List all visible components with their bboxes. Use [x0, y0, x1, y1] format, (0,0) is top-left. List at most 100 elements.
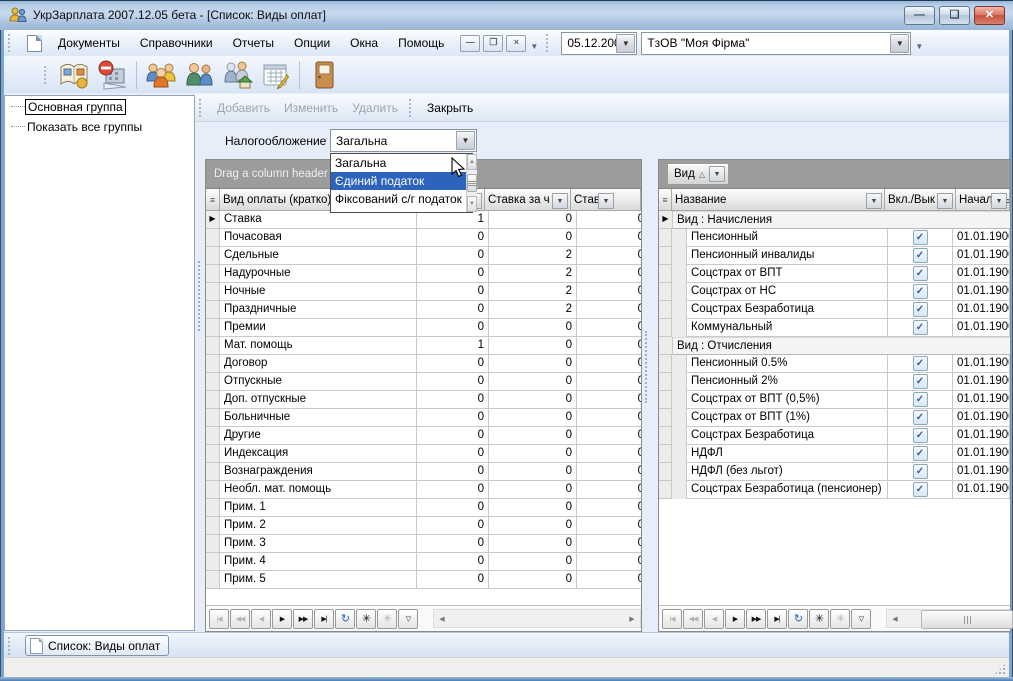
toolbar-drag-handle[interactable]	[44, 66, 51, 84]
table-row[interactable]: Доп. отпускные000	[206, 391, 641, 409]
close-list-button[interactable]: Закрыть	[420, 101, 480, 115]
mid-splitter[interactable]	[645, 331, 654, 403]
checkbox-checked-icon[interactable]: ✓	[913, 248, 928, 263]
checkbox-checked-icon[interactable]: ✓	[913, 464, 928, 479]
table-row[interactable]: Отпускные000	[206, 373, 641, 391]
table-row[interactable]: Соцстрах Безработица (пенсионер)✓01.01.1…	[659, 481, 1010, 499]
checkbox-checked-icon[interactable]: ✓	[913, 482, 928, 497]
company-dropdown-icon[interactable]: ▼	[890, 34, 909, 53]
table-row[interactable]: Прим. 3000	[206, 535, 641, 553]
table-row[interactable]: Другие000	[206, 427, 641, 445]
actionbar-drag-handle[interactable]	[199, 99, 206, 117]
refresh-button[interactable]: ↻	[335, 609, 355, 629]
insert-record-button[interactable]: ✳	[356, 609, 376, 629]
action-удалить[interactable]: Удалить	[345, 101, 405, 115]
filter-dropdown-icon[interactable]: ▼	[552, 193, 568, 209]
checkbox-checked-icon[interactable]: ✓	[913, 302, 928, 317]
table-row[interactable]: Прим. 4000	[206, 553, 641, 571]
scroll-down-icon[interactable]: ▼	[467, 196, 477, 212]
checkbox-checked-icon[interactable]: ✓	[913, 410, 928, 425]
table-row[interactable]: Соцстрах от ВПТ (0,5%)✓01.01.1900	[659, 391, 1010, 409]
prior-page-button[interactable]: ◀◀	[230, 609, 250, 629]
tax-filter-dropdown-icon[interactable]: ▼	[456, 131, 475, 150]
scroll-right-icon[interactable]: ▶	[624, 610, 640, 627]
table-row[interactable]: Прим. 1000	[206, 499, 641, 517]
right-grid-groupby-panel[interactable]: Вид △ ▼	[659, 160, 1010, 189]
mdi-restore-button[interactable]: ❐	[483, 35, 503, 52]
prior-record-button[interactable]: ◀	[251, 609, 271, 629]
column-header-startdate[interactable]: Начальнь ▼	[956, 189, 1010, 211]
journal-icon[interactable]	[55, 59, 93, 91]
checkbox-checked-icon[interactable]: ✓	[913, 230, 928, 245]
horizontal-scrollbar[interactable]: ◀▶	[433, 609, 641, 628]
tax-filter-combobox[interactable]: Загальна ▼	[330, 129, 477, 152]
filter-dropdown-icon[interactable]: ▼	[991, 193, 1007, 209]
datebar-overflow-icon[interactable]: ▼	[915, 42, 923, 51]
checkbox-checked-icon[interactable]: ✓	[913, 356, 928, 371]
append-record-button[interactable]: ✳	[830, 609, 850, 629]
tree-item[interactable]: Показать все группы	[5, 118, 194, 136]
filter-dropdown-icon[interactable]: ▼	[709, 166, 725, 182]
dropdown-option[interactable]: Фіксований с/г податок	[331, 190, 466, 208]
date-picker[interactable]: 05.12.2007 ▼	[561, 32, 637, 55]
resize-grip-icon[interactable]	[994, 663, 1006, 675]
table-row[interactable]: Пенсионный инвалиды✓01.01.1900	[659, 247, 1010, 265]
next-page-button[interactable]: ▶▶	[746, 609, 766, 629]
title-bar[interactable]: УкрЗарплата 2007.12.05 бета - [Список: В…	[0, 0, 1013, 30]
column-header-rate-per[interactable]: Ставка за ч ▼	[485, 189, 571, 211]
column-header-title[interactable]: Название ▼	[672, 189, 885, 211]
maximize-button[interactable]: ❑	[939, 6, 970, 25]
menu-item-Отчеты[interactable]: Отчеты	[223, 30, 284, 56]
close-button[interactable]: ✕	[974, 6, 1005, 25]
horizontal-scrollbar[interactable]: ◀▶	[886, 609, 1010, 628]
filter-button[interactable]: ▽	[851, 609, 871, 629]
action-изменить[interactable]: Изменить	[277, 101, 345, 115]
customize-grid-icon[interactable]: ≡	[659, 189, 672, 211]
table-row[interactable]: НДФЛ✓01.01.1900	[659, 445, 1010, 463]
menubar-drag-handle[interactable]	[8, 34, 15, 52]
table-row[interactable]: Необл. мат. помощь000	[206, 481, 641, 499]
next-page-button[interactable]: ▶▶	[293, 609, 313, 629]
table-row[interactable]: ▶Ставка100	[206, 211, 641, 229]
first-record-button[interactable]: |◀	[209, 609, 229, 629]
datebar-drag-handle[interactable]	[546, 34, 553, 52]
customize-grid-icon[interactable]: ≡	[206, 189, 220, 211]
tree-item[interactable]: Основная группа	[5, 98, 194, 116]
toolbar-overflow-icon[interactable]: ▼	[530, 42, 538, 51]
next-record-button[interactable]: ▶	[725, 609, 745, 629]
dropdown-option[interactable]: Єдиний податок	[331, 172, 466, 190]
dropdown-option[interactable]: Загальна	[331, 154, 466, 172]
table-row[interactable]: Пенсионный 0.5%✓01.01.1900	[659, 355, 1010, 373]
append-record-button[interactable]: ✳	[377, 609, 397, 629]
menu-item-Помощь[interactable]: Помощь	[388, 30, 454, 56]
scrollbar-thumb[interactable]	[921, 610, 1013, 629]
taskbar-window-button[interactable]: Список: Виды оплат	[25, 635, 169, 656]
actionbar-drag-handle[interactable]	[409, 99, 416, 117]
taskbar-drag-handle[interactable]	[8, 637, 15, 655]
group-row[interactable]: Вид : Отчисления	[659, 337, 1010, 355]
mdi-minimize-button[interactable]: —	[460, 35, 480, 52]
checkbox-checked-icon[interactable]: ✓	[913, 428, 928, 443]
filter-button[interactable]: ▽	[398, 609, 418, 629]
column-header-rate[interactable]: Ставка ▼	[571, 189, 641, 211]
menu-item-Окна[interactable]: Окна	[340, 30, 388, 56]
checkbox-checked-icon[interactable]: ✓	[913, 320, 928, 335]
first-record-button[interactable]: |◀	[662, 609, 682, 629]
last-record-button[interactable]: ▶|	[767, 609, 787, 629]
table-row[interactable]: Прим. 5000	[206, 571, 641, 589]
date-dropdown-icon[interactable]: ▼	[616, 34, 635, 53]
table-row[interactable]: Вознаграждения000	[206, 463, 641, 481]
table-row[interactable]: Премии000	[206, 319, 641, 337]
scroll-left-icon[interactable]: ◀	[434, 610, 450, 627]
group-row[interactable]: ▶Вид : Начисления	[659, 211, 1010, 229]
table-row[interactable]: Соцстрах Безработица✓01.01.1900	[659, 301, 1010, 319]
new-document-icon[interactable]	[27, 35, 42, 52]
table-row[interactable]: Мат. помощь100	[206, 337, 641, 355]
table-row[interactable]: Соцстрах от ВПТ (1%)✓01.01.1900	[659, 409, 1010, 427]
table-row[interactable]: Прим. 2000	[206, 517, 641, 535]
company-selector[interactable]: ТзОВ "Моя Фірма" ▼	[641, 32, 911, 55]
action-добавить[interactable]: Добавить	[210, 101, 277, 115]
last-record-button[interactable]: ▶|	[314, 609, 334, 629]
checkbox-checked-icon[interactable]: ✓	[913, 374, 928, 389]
scroll-up-icon[interactable]: ▲	[467, 154, 477, 170]
